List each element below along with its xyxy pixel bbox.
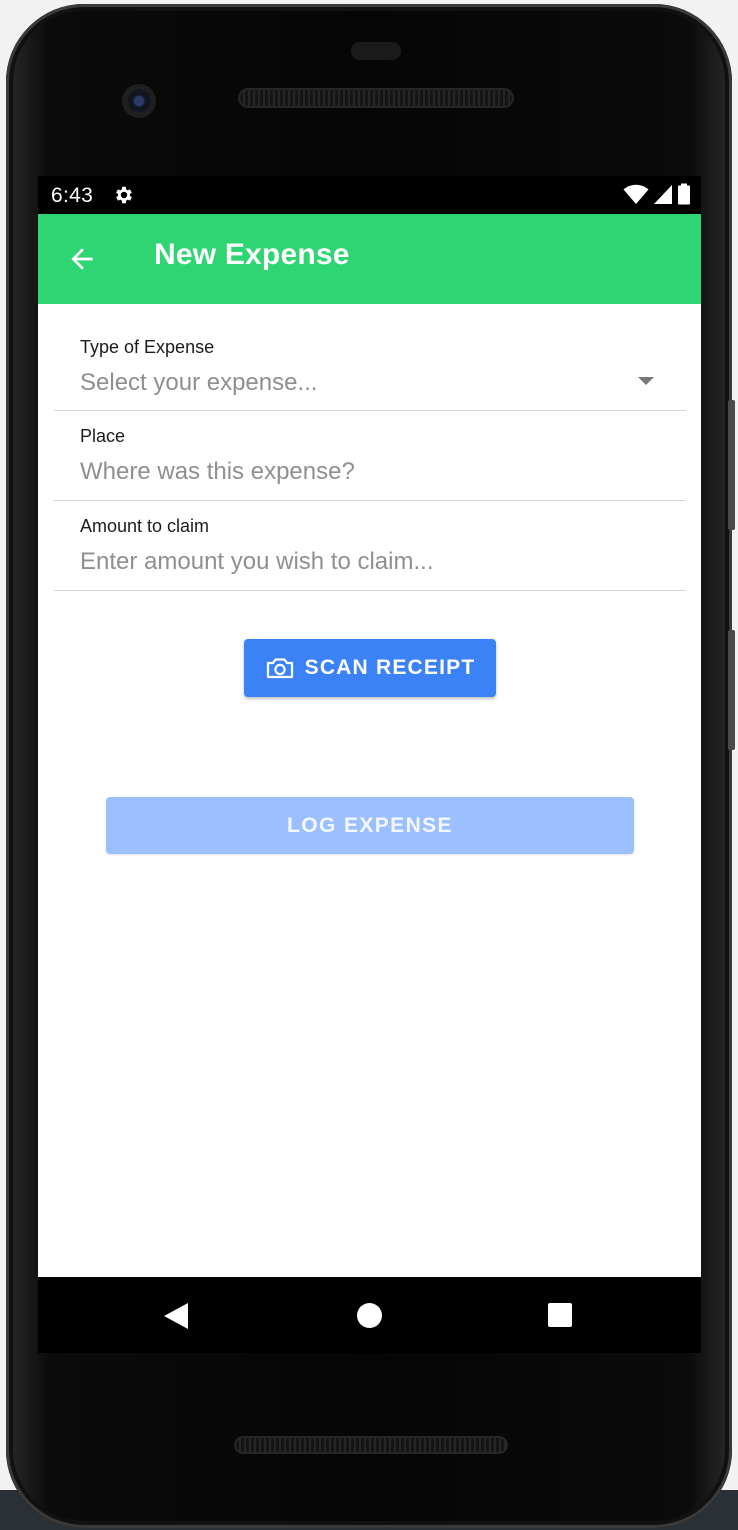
place-field[interactable]: Place: [54, 410, 686, 501]
battery-icon: [678, 183, 690, 205]
volume-button[interactable]: [728, 400, 735, 530]
type-of-expense-label: Type of Expense: [80, 337, 215, 357]
place-input[interactable]: [78, 455, 642, 489]
system-nav-bar: [38, 1277, 701, 1353]
chevron-down-icon[interactable]: [638, 377, 654, 385]
wifi-icon: [623, 184, 649, 204]
front-camera: [122, 84, 156, 118]
type-of-expense-select[interactable]: [78, 366, 642, 400]
amount-label: Amount to claim: [80, 516, 210, 536]
nav-back-icon[interactable]: [164, 1303, 188, 1329]
log-expense-label: LOG EXPENSE: [287, 813, 453, 837]
type-of-expense-field[interactable]: Type of Expense: [54, 320, 686, 411]
scan-receipt-button[interactable]: SCAN RECEIPT: [244, 639, 496, 697]
power-button[interactable]: [728, 630, 735, 750]
earpiece-notch: [351, 42, 401, 60]
phone-screen: 6:43 New Expense Type of Expense Select …: [38, 176, 701, 1277]
status-bar: 6:43: [38, 176, 701, 214]
place-label: Place: [80, 426, 126, 446]
new-expense-form: Type of Expense Place Amount to claim SC…: [38, 304, 701, 1277]
nav-recents-icon[interactable]: [548, 1303, 572, 1327]
nav-home-icon[interactable]: [357, 1303, 382, 1328]
camera-icon: [266, 658, 293, 679]
settings-icon: [116, 186, 132, 204]
scan-receipt-label: SCAN RECEIPT: [304, 656, 476, 679]
page-title: New Expense: [154, 238, 350, 271]
top-speaker-grille: [238, 88, 514, 108]
amount-input[interactable]: [78, 545, 642, 579]
amount-field[interactable]: Amount to claim: [54, 500, 686, 591]
log-expense-button[interactable]: LOG EXPENSE: [106, 797, 634, 854]
app-bar: New Expense: [38, 214, 701, 304]
cell-signal-icon: [654, 185, 672, 204]
bottom-speaker-grille: [234, 1436, 508, 1454]
status-icons: [623, 183, 691, 205]
back-arrow-icon[interactable]: [66, 243, 98, 275]
status-time: 6:43: [51, 184, 94, 207]
